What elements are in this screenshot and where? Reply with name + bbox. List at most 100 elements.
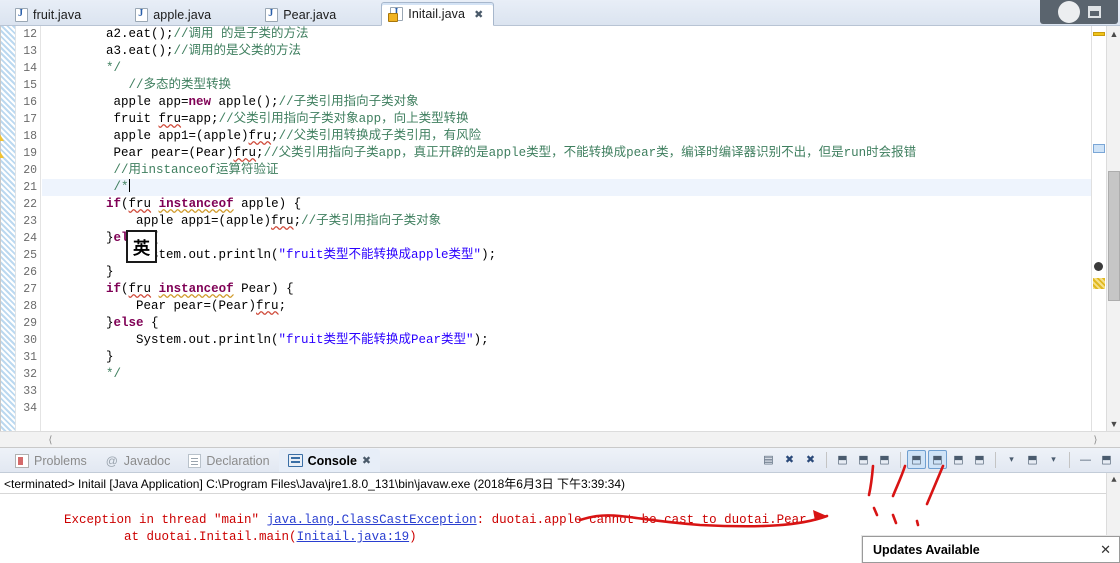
code-line[interactable]: System.out.println("fruit类型不能转换成Pear类型")…	[42, 332, 1091, 349]
code-line[interactable]	[42, 400, 1091, 417]
code-line[interactable]: }else {	[42, 315, 1091, 332]
overview-warning-mark[interactable]	[1093, 32, 1105, 36]
scroll-up-icon[interactable]: ▲	[1107, 26, 1120, 41]
close-icon[interactable]: ✖	[362, 454, 371, 467]
exception-class-link[interactable]: java.lang.ClassCastException	[267, 513, 477, 527]
scroll-left-icon[interactable]: ⟨	[42, 432, 59, 448]
text-caret	[128, 179, 130, 192]
code-line[interactable]: /*	[42, 179, 1091, 196]
code-line[interactable]: a2.eat();//调用 的是子类的方法	[42, 26, 1091, 43]
overview-occurrence-mark[interactable]	[1093, 278, 1105, 289]
popup-title: Updates Available	[873, 542, 980, 557]
java-file-icon	[265, 7, 279, 22]
scroll-down-icon[interactable]: ▼	[1107, 416, 1120, 431]
show-console-on-error-icon[interactable]: ⬒	[928, 450, 947, 469]
line-number: 16	[23, 96, 37, 109]
overview-selection-mark[interactable]	[1093, 144, 1105, 153]
editor-marker-gutter[interactable]	[1, 26, 16, 431]
editor-horizontal-scrollbar[interactable]: ⟨ ⟩	[0, 431, 1120, 448]
window-circle-button[interactable]	[1057, 1, 1080, 23]
code-line[interactable]: apple app=new apple();//子类引用指向子类对象	[42, 94, 1091, 111]
line-number-ruler: 12 13 14 15 16 17 18 19 20 21 22 23 24 25 26 27 28 29 30 31…	[0, 26, 41, 431]
tab-javadoc[interactable]: @ Javadoc	[96, 449, 180, 472]
editor-tab-initail-java[interactable]: Initail.java ✖	[381, 2, 495, 26]
code-line[interactable]: fruit fru=app;//父类引用指向子类对象app，向上类型转换	[42, 111, 1091, 128]
console-scroll-up-icon[interactable]: ▲	[1107, 473, 1120, 487]
tab-declaration[interactable]: Declaration	[179, 449, 278, 472]
minimize-view-glyph: —	[1080, 453, 1091, 466]
overview-annotation-mark[interactable]	[1094, 262, 1103, 271]
scroll-lock-icon[interactable]: ⬒	[854, 450, 873, 469]
code-line[interactable]: */	[42, 366, 1091, 383]
pin-console-icon[interactable]: ⬒	[949, 450, 968, 469]
open-console-icon[interactable]: ⬒	[1023, 450, 1042, 469]
remove-launch-glyph: ✖	[784, 454, 795, 466]
error-suffix: : duotai.apple cannot be cast to duotai.…	[476, 513, 807, 527]
code-line[interactable]: System.out.println("fruit类型不能转换成apple类型"…	[42, 247, 1091, 264]
editor-vertical-scrollbar[interactable]: ▲ ▼	[1106, 26, 1120, 431]
line-number: 19	[0, 145, 37, 162]
line-number: 21	[23, 181, 37, 194]
code-line[interactable]: apple app1=(apple)fru;//父类引用转换成子类引用，有风险	[42, 128, 1091, 145]
open-console-dropdown-icon[interactable]: ▾	[1044, 450, 1063, 469]
display-selected-console-dropdown-icon[interactable]: ▾	[1002, 450, 1021, 469]
display-selected-console-dropdown-glyph: ▾	[1009, 454, 1014, 464]
close-icon[interactable]: ✖	[474, 8, 483, 21]
word-wrap-icon[interactable]: ⬒	[875, 450, 894, 469]
remove-all-terminated-icon[interactable]: ✖	[801, 450, 820, 469]
code-line[interactable]: if(fru instanceof apple) {	[42, 196, 1091, 213]
code-line[interactable]: if(fru instanceof Pear) {	[42, 281, 1091, 298]
code-line[interactable]: Pear pear=(Pear)fru;	[42, 298, 1091, 315]
code-editor[interactable]: 12 13 14 15 16 17 18 19 20 21 22 23 24 25 26 27 28 29 30 31…	[0, 26, 1120, 431]
tab-console[interactable]: Console ✖	[278, 449, 381, 472]
code-line[interactable]: //用instanceof运算符验证	[42, 162, 1091, 179]
updates-available-popup[interactable]: Updates Available ✕	[862, 536, 1120, 563]
stack-trace-link[interactable]: Initail.java:19	[297, 530, 410, 544]
code-line[interactable]: */	[42, 60, 1091, 77]
show-console-on-output-icon[interactable]: ⬒	[907, 450, 926, 469]
clear-console-glyph: ⬒	[837, 454, 848, 466]
line-number: 27	[23, 283, 37, 296]
ime-language-indicator[interactable]: 英	[126, 230, 157, 263]
code-line[interactable]: }	[42, 349, 1091, 366]
window-restore-button[interactable]	[1087, 6, 1101, 18]
editor-tab-label: Initail.java	[408, 7, 466, 21]
code-line[interactable]: Pear pear=(Pear)fru;//父类引用指向子类app，真正开辟的是…	[42, 145, 1091, 162]
code-line[interactable]: apple app1=(apple)fru;//子类引用指向子类对象	[42, 213, 1091, 230]
scroll-lock-glyph: ⬒	[858, 454, 869, 466]
terminate-all-icon[interactable]: ▤	[759, 450, 778, 469]
vertical-scroll-thumb[interactable]	[1108, 171, 1120, 301]
line-number: 18	[0, 128, 37, 145]
code-line[interactable]: //多态的类型转换	[42, 77, 1091, 94]
code-line[interactable]: a3.eat();//调用的是父类的方法	[42, 43, 1091, 60]
code-line[interactable]: }else {	[42, 230, 1091, 247]
window-controls[interactable]	[1040, 0, 1118, 24]
maximize-view-icon[interactable]: ⬒	[1097, 450, 1116, 469]
warning-marker-icon[interactable]	[0, 129, 5, 142]
line-number: 23	[23, 215, 37, 228]
minimize-view-icon[interactable]: —	[1076, 450, 1095, 469]
line-number: 17	[23, 113, 37, 126]
display-selected-console-icon[interactable]: ⬒	[970, 450, 989, 469]
line-number: 34	[23, 402, 37, 415]
tab-declaration-label: Declaration	[206, 453, 270, 468]
code-line[interactable]	[42, 383, 1091, 400]
code-text-area[interactable]: a2.eat();//调用 的是子类的方法 a3.eat();//调用的是父类的…	[42, 26, 1091, 431]
editor-tab-pear-java[interactable]: Pear.java	[256, 2, 347, 26]
editor-tab-apple-java[interactable]: apple.java	[126, 2, 222, 26]
editor-tabs: fruit.java apple.java Pear.java Initail.jav…	[0, 0, 1120, 26]
code-line[interactable]: }	[42, 264, 1091, 281]
toolbar-separator	[995, 451, 996, 468]
show-console-on-error-glyph: ⬒	[932, 454, 943, 466]
clear-console-icon[interactable]: ⬒	[833, 450, 852, 469]
line-number: 28	[23, 300, 37, 313]
overview-ruler[interactable]	[1091, 26, 1106, 431]
open-console-glyph: ⬒	[1027, 454, 1038, 466]
editor-tab-fruit-java[interactable]: fruit.java	[6, 2, 92, 26]
remove-launch-icon[interactable]: ✖	[780, 450, 799, 469]
tab-problems[interactable]: Problems	[6, 449, 96, 472]
warning-marker-icon[interactable]	[0, 146, 5, 159]
popup-close-icon[interactable]: ✕	[1100, 542, 1111, 558]
scroll-right-icon[interactable]: ⟩	[1087, 432, 1104, 448]
line-number: 13	[23, 45, 37, 58]
